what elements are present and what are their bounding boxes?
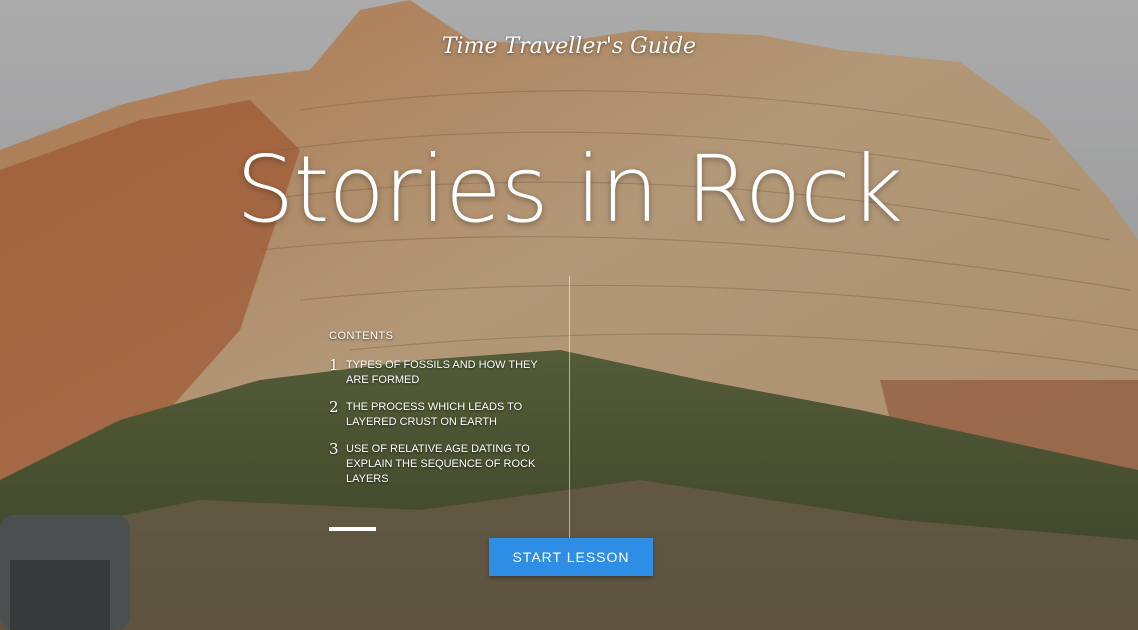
contents-item-3[interactable]: 3 USE OF RELATIVE AGE DATING TO EXPLAIN … — [329, 442, 559, 487]
contents-item-2[interactable]: 2 THE PROCESS WHICH LEADS TO LAYERED CRU… — [329, 400, 559, 430]
page-title: Stories in Rock — [236, 136, 903, 243]
item-number: 3 — [329, 440, 339, 458]
item-text: TYPES OF FOSSILS AND HOW THEY ARE FORMED — [346, 359, 538, 386]
divider-line — [569, 276, 570, 538]
contents-item-1[interactable]: 1 TYPES OF FOSSILS AND HOW THEY ARE FORM… — [329, 358, 559, 388]
item-number: 1 — [329, 356, 339, 374]
guide-label: Time Traveller's Guide — [441, 34, 697, 59]
start-lesson-button[interactable]: START LESSON — [489, 538, 653, 576]
contents-list: CONTENTS 1 TYPES OF FOSSILS AND HOW THEY… — [329, 330, 559, 499]
item-text: USE OF RELATIVE AGE DATING TO EXPLAIN TH… — [346, 443, 536, 485]
section-indicator-bar — [329, 527, 376, 531]
item-text: THE PROCESS WHICH LEADS TO LAYERED CRUST… — [346, 401, 523, 428]
contents-heading: CONTENTS — [329, 330, 394, 342]
item-number: 2 — [329, 398, 339, 416]
